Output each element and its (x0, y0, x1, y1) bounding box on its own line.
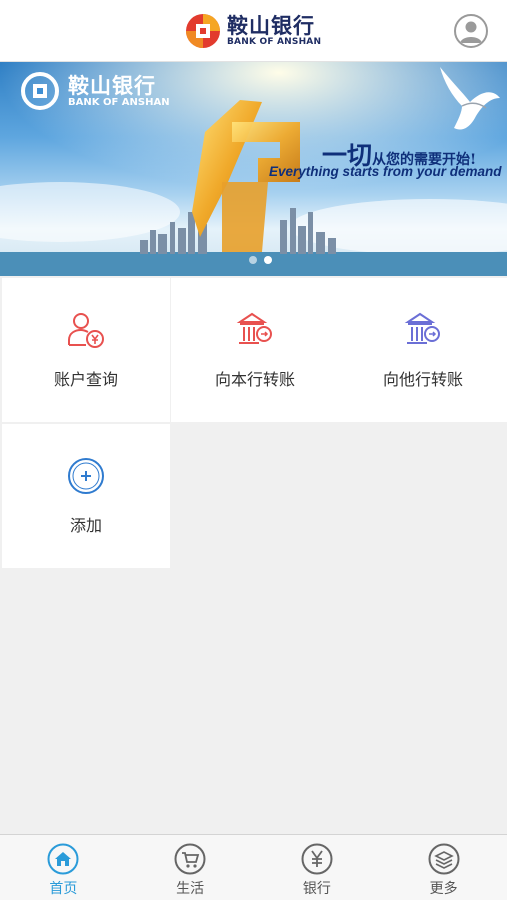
promo-banner[interactable]: 鞍山银行 BANK OF ANSHAN 一切从您的需要开始! Everythin… (0, 62, 507, 276)
bank-transfer-icon (236, 312, 272, 344)
interbank-transfer-icon (404, 312, 440, 344)
tile-label-add: 添加 (69, 516, 102, 535)
tile-label-account-query: 账户查询 (53, 370, 118, 389)
bank-logo-icon (186, 14, 220, 48)
account-query-tile[interactable]: 账户查询 (2, 278, 170, 422)
bank-brand: 鞍山银行 BANK OF ANSHAN (185, 12, 321, 50)
add-tile[interactable]: 添加 (2, 424, 170, 568)
tile-label-bank-transfer: 向本行转账 (214, 370, 295, 389)
tab-life[interactable]: 生活 (127, 835, 254, 900)
user-avatar-icon (460, 21, 482, 43)
user-avatar-button[interactable] (454, 14, 488, 48)
bank-transfer-tile[interactable]: 向本行转账 (171, 278, 339, 422)
bank-name-cn: 鞍山银行 (227, 14, 315, 38)
account-query-icon (68, 313, 104, 348)
yen-icon (301, 843, 333, 875)
bank-name-en: BANK OF ANSHAN (227, 37, 322, 47)
home-icon (47, 843, 79, 875)
tab-more[interactable]: 更多 (380, 835, 507, 900)
tab-label-life: 生活 (176, 881, 205, 897)
bottom-tab-bar: 首页 生活 银行 更多 (0, 834, 507, 900)
banner-dot-1[interactable] (249, 256, 257, 264)
tab-bank[interactable]: 银行 (254, 835, 381, 900)
tab-label-more: 更多 (429, 881, 458, 897)
app-header: 鞍山银行 BANK OF ANSHAN (0, 0, 507, 62)
banner-brand-en: BANK OF ANSHAN (68, 97, 170, 108)
banner-dot-2[interactable] (264, 256, 272, 264)
banner-slogan-en: Everything starts from your demand (269, 164, 502, 179)
add-circle-icon (68, 458, 104, 494)
tab-label-bank: 银行 (302, 881, 331, 897)
tab-home[interactable]: 首页 (0, 835, 127, 900)
banner-brand-cn: 鞍山银行 (68, 74, 156, 98)
tab-label-home: 首页 (49, 881, 78, 897)
banner-pagination (249, 256, 272, 264)
tile-label-interbank-transfer: 向他行转账 (382, 370, 463, 389)
cart-icon (174, 843, 206, 875)
layers-icon (428, 843, 460, 875)
interbank-transfer-tile[interactable]: 向他行转账 (339, 278, 507, 422)
